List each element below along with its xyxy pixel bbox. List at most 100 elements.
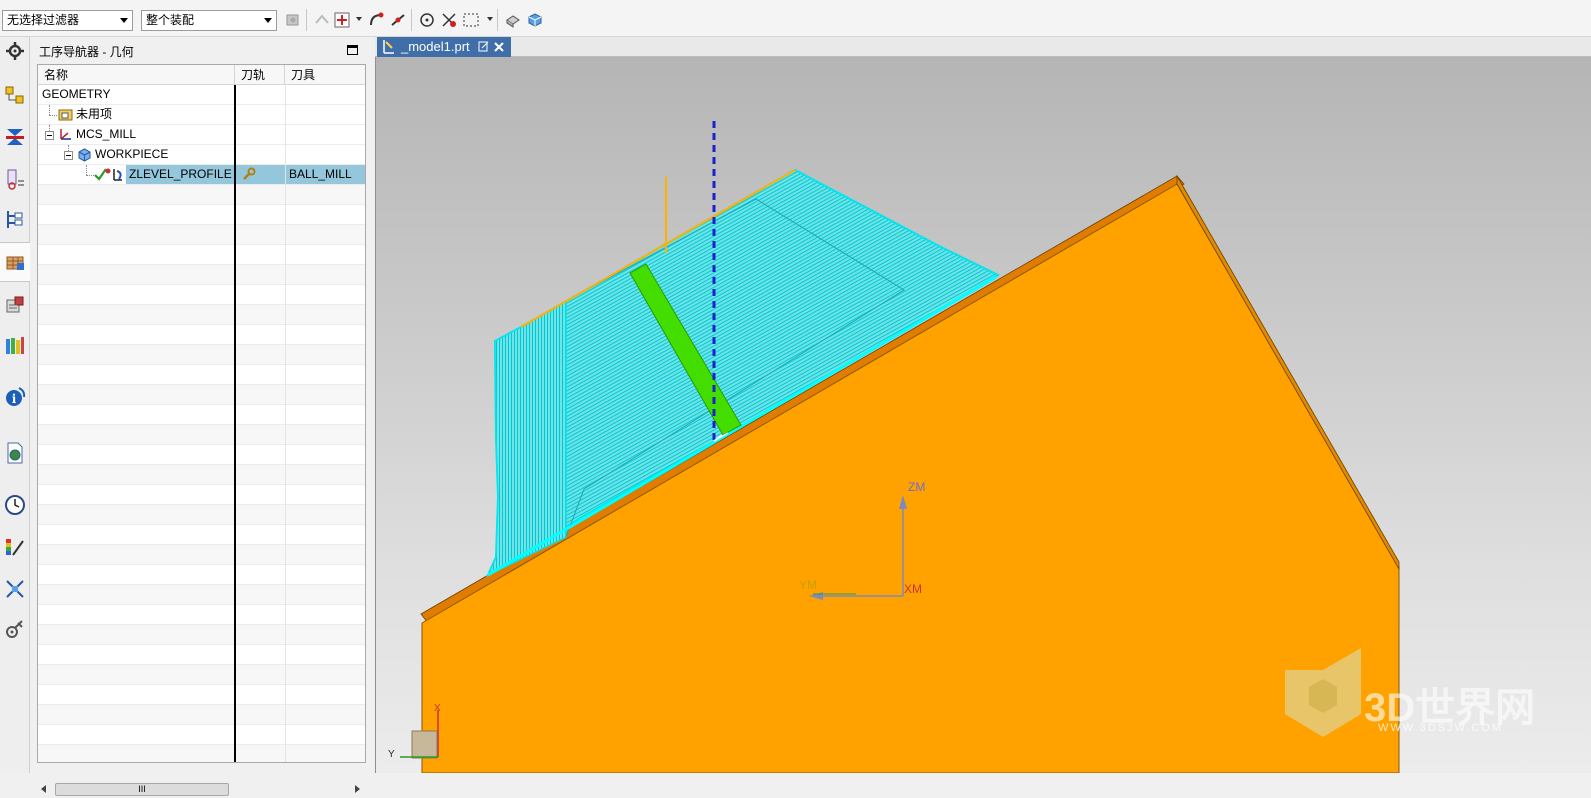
empty-row: [38, 385, 365, 405]
table-row[interactable]: WORKPIECE: [38, 145, 365, 165]
empty-row: [38, 225, 365, 245]
empty-row: [38, 605, 365, 625]
chevron-down-icon: [264, 18, 272, 23]
tree-line: [49, 115, 57, 116]
scroll-left-icon[interactable]: [41, 785, 46, 793]
gear-icon[interactable]: [3, 39, 27, 63]
select-point-icon[interactable]: [333, 11, 351, 29]
tree-line: [49, 105, 50, 115]
arc-center-icon[interactable]: [418, 11, 436, 29]
table-row-selected[interactable]: ZLEVEL_PROFILE BALL_MILL: [38, 165, 365, 185]
triad-label-x: X: [434, 703, 441, 714]
resource-bar: i: [0, 37, 30, 773]
toolbar-separator: [411, 9, 412, 31]
table-row[interactable]: 未用项: [38, 105, 365, 125]
empty-row: [38, 325, 365, 345]
empty-row: [38, 505, 365, 525]
render-style-icon[interactable]: [504, 11, 522, 29]
scroll-right-icon[interactable]: [355, 785, 360, 793]
clock-icon[interactable]: [3, 493, 27, 517]
part-file-icon: [383, 40, 394, 54]
generated-check-icon: [94, 168, 111, 181]
empty-row: [38, 645, 365, 665]
column-header-name[interactable]: 名称: [38, 65, 235, 85]
axis-label-zm: ZM: [908, 480, 926, 494]
svg-text:i: i: [12, 392, 17, 406]
intersection-point-icon[interactable]: [440, 11, 458, 29]
collapse-icon[interactable]: [64, 151, 73, 160]
shaded-cube-icon[interactable]: [526, 11, 544, 29]
empty-row: [38, 245, 365, 265]
empty-row: [38, 405, 365, 425]
empty-row: [38, 445, 365, 465]
maximize-icon[interactable]: [347, 45, 358, 55]
empty-row: [38, 205, 365, 225]
scrollbar-thumb[interactable]: III: [55, 783, 229, 796]
operation-navigator-icon[interactable]: [3, 208, 27, 232]
empty-row: [38, 265, 365, 285]
column-header-tool[interactable]: 刀具: [285, 65, 365, 85]
empty-row: [38, 345, 365, 365]
empty-row: [38, 485, 365, 505]
empty-row: [38, 725, 365, 745]
modified-file-icon: [478, 41, 489, 52]
end-point-icon[interactable]: [367, 11, 385, 29]
workpiece-icon: [78, 148, 91, 162]
empty-row: [38, 425, 365, 445]
viewport-tab-bar: _model1.prt: [375, 37, 1591, 57]
roles-icon[interactable]: [3, 334, 27, 358]
node-label-workpiece: WORKPIECE: [95, 147, 169, 161]
node-label-geometry: GEOMETRY: [42, 87, 111, 101]
empty-row: [38, 745, 365, 762]
assembly-filter-icon[interactable]: [284, 11, 302, 29]
part-navigator-icon[interactable]: [3, 84, 27, 108]
table-row[interactable]: GEOMETRY: [38, 85, 365, 105]
chevron-down-icon[interactable]: [487, 17, 493, 21]
chevron-down-icon[interactable]: [356, 17, 362, 21]
selection-filter-dropdown[interactable]: 无选择过滤器: [2, 10, 133, 31]
assembly-constraints-icon[interactable]: [3, 125, 27, 149]
operation-navigator-panel: 工序导航器 - 几何 名称 刀轨 刀具 GEOMETRY 未用项 MCS_MIL…: [31, 37, 369, 798]
graphics-window[interactable]: ZM YM XM X Y 3D世界网 WWW.3DSJW.COM: [375, 57, 1591, 773]
toolbar-separator: [306, 9, 307, 31]
tab-model1[interactable]: _model1.prt: [377, 37, 511, 57]
hd3d-tools-icon[interactable]: [3, 293, 27, 317]
empty-row: [38, 565, 365, 585]
empty-row: [38, 285, 365, 305]
table-row[interactable]: MCS_MILL: [38, 125, 365, 145]
navigator-title: 工序导航器 - 几何: [39, 45, 134, 59]
wrench-icon: [243, 167, 256, 180]
tab-label: _model1.prt: [401, 39, 470, 54]
empty-row: [38, 545, 365, 565]
horizontal-scrollbar[interactable]: III: [37, 781, 366, 798]
empty-row: [38, 525, 365, 545]
info-icon[interactable]: i: [3, 385, 27, 409]
collapse-icon[interactable]: [45, 131, 54, 140]
selection-scope-dropdown[interactable]: 整个装配: [141, 10, 277, 31]
process-icon[interactable]: [3, 618, 27, 642]
rectangle-select-icon[interactable]: [462, 11, 480, 29]
mid-point-icon[interactable]: [389, 11, 407, 29]
selection-filter-value: 无选择过滤器: [7, 13, 80, 27]
table-header: 名称 刀轨 刀具: [38, 65, 365, 85]
navigator-tree-table: 名称 刀轨 刀具 GEOMETRY 未用项 MCS_MILL WORKPIECE…: [37, 64, 366, 763]
tree-line: [86, 165, 87, 175]
triad-cube: [411, 730, 438, 759]
snap-point-icon[interactable]: [313, 11, 331, 29]
system-scene-icon[interactable]: [3, 577, 27, 601]
empty-row: [38, 585, 365, 605]
web-browser-icon[interactable]: [3, 441, 27, 465]
empty-row: [38, 625, 365, 645]
empty-row: [38, 465, 365, 485]
palette-icon[interactable]: [3, 535, 27, 559]
empty-row: [38, 665, 365, 685]
unused-items-icon: [58, 109, 73, 121]
zlevel-operation-icon: [113, 169, 122, 181]
empty-row: [38, 685, 365, 705]
machine-tool-icon[interactable]: [3, 167, 27, 191]
column-header-toolpath[interactable]: 刀轨: [235, 65, 285, 85]
reuse-library-icon[interactable]: [3, 251, 27, 275]
tree-line: [86, 175, 94, 176]
close-icon[interactable]: [494, 42, 504, 52]
axis-label-xm: XM: [904, 582, 922, 596]
